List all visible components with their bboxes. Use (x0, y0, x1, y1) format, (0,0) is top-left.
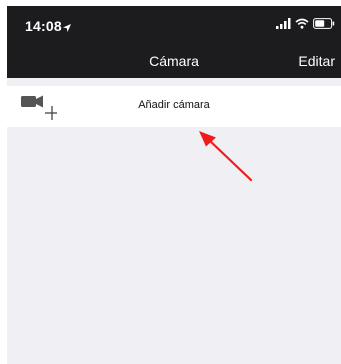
edit-button[interactable]: Editar (298, 53, 335, 69)
status-bar: 14:08 (7, 6, 341, 44)
status-time: 14:08 (25, 18, 62, 34)
page-title: Cámara (149, 53, 199, 69)
app-screen: 14:08 Cámara Editar Añadir cámara (7, 6, 341, 364)
add-camera-row[interactable]: Añadir cámara (7, 86, 341, 127)
add-camera-label: Añadir cámara (138, 99, 210, 111)
status-icons (276, 16, 335, 34)
battery-icon (313, 16, 335, 34)
location-arrow-icon (62, 20, 72, 38)
signal-bars-icon (276, 16, 291, 34)
red-arrow-icon (195, 128, 255, 189)
wifi-icon (295, 16, 309, 34)
navigation-bar: Cámara Editar (7, 44, 341, 78)
